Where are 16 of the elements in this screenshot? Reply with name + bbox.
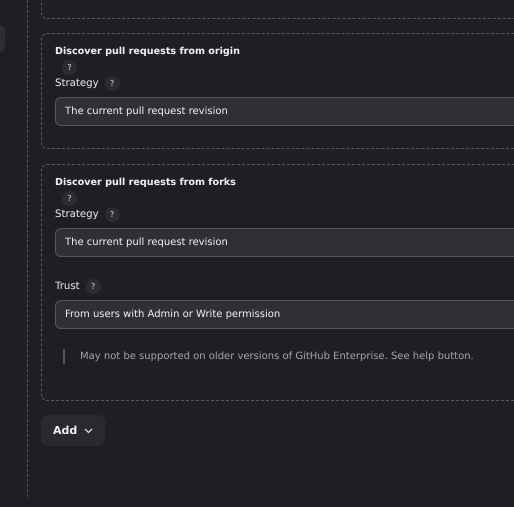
section-title: Discover pull requests from forks <box>55 177 237 188</box>
chevron-down-icon <box>84 428 94 434</box>
help-button[interactable]: ? <box>62 191 77 206</box>
select-field[interactable]: From users with Admin or Write permission <box>55 300 514 329</box>
select-field[interactable]: The current pull request revision <box>55 228 514 257</box>
help-button[interactable]: ? <box>62 60 77 75</box>
field-label: Strategy <box>55 209 99 220</box>
section-title: Discover pull requests from origin <box>55 46 241 57</box>
add-button[interactable]: Add <box>41 415 106 446</box>
note-text: May not be supported on older versions of GitHub Enterprise. See help button. <box>63 349 514 364</box>
help-button[interactable]: ? <box>86 279 101 294</box>
field-label: Trust <box>55 281 80 292</box>
select-field[interactable]: The current pull request revision <box>55 97 514 126</box>
help-button[interactable]: ? <box>104 207 120 222</box>
help-button[interactable]: ? <box>104 76 120 91</box>
field-label: Strategy <box>55 78 99 89</box>
